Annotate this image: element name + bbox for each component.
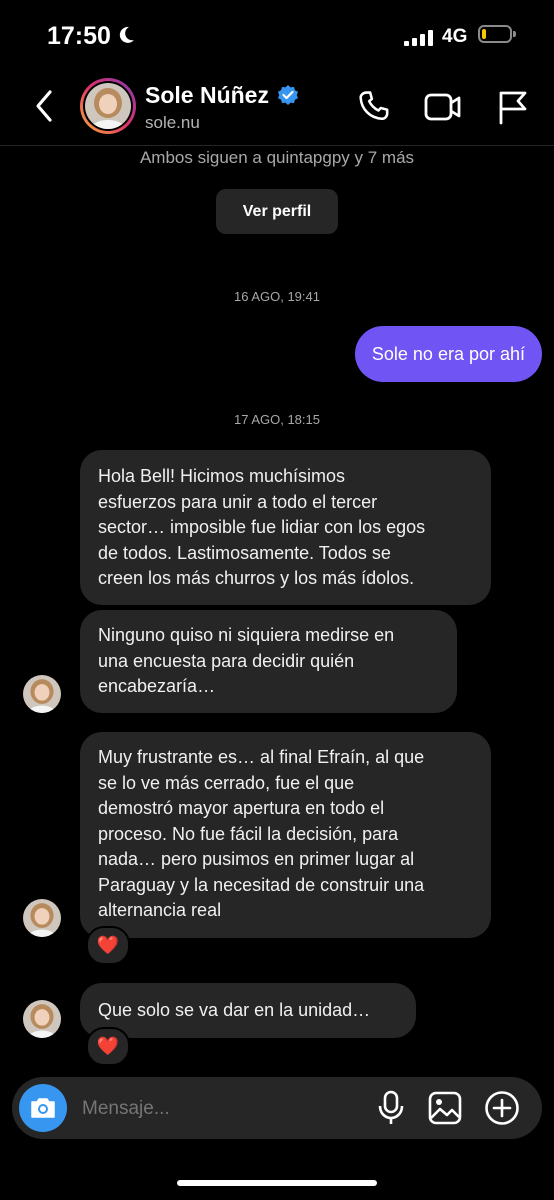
message-line: creen los más churros y los más ídolos. bbox=[98, 568, 415, 588]
incoming-message[interactable]: Ninguno quiso ni siquiera medirse en una… bbox=[80, 610, 457, 713]
heart-reaction-icon[interactable]: ❤️ bbox=[86, 926, 130, 965]
battery-icon bbox=[478, 25, 512, 43]
signal-icon bbox=[404, 30, 434, 51]
message-line: Muy frustrante es… al final Efraín, al q… bbox=[98, 747, 425, 767]
date-separator: 16 AGO, 19:41 bbox=[233, 289, 320, 304]
message-line: nada… pero pusimos en primer lugar al bbox=[98, 849, 415, 869]
camera-icon bbox=[31, 1098, 55, 1118]
message-line: sector… imposible fue lidiar con los ego… bbox=[98, 517, 426, 537]
verified-badge-icon bbox=[276, 84, 300, 113]
incoming-message[interactable]: Que solo se va dar en la unidad… bbox=[80, 983, 416, 1038]
back-icon[interactable] bbox=[30, 88, 60, 129]
message-line: de todos. Lastimosamente. Todos se bbox=[98, 542, 391, 563]
incoming-message[interactable]: Hola Bell! Hicimos muchísimos esfuerzos … bbox=[80, 450, 491, 605]
header-divider bbox=[0, 145, 554, 146]
date-separator: 17 AGO, 18:15 bbox=[233, 412, 320, 427]
mutual-followers-text: Ambos siguen a quintapgpy y 7 más bbox=[139, 148, 415, 167]
message-line: Que solo se va dar en la unidad… bbox=[98, 1000, 371, 1020]
video-icon[interactable] bbox=[424, 90, 462, 129]
contact-username[interactable]: sole.nu bbox=[145, 113, 200, 133]
home-indicator bbox=[177, 1180, 377, 1186]
message-input[interactable] bbox=[80, 1097, 364, 1121]
message-line: encabezaría… bbox=[98, 676, 216, 696]
phone-icon[interactable] bbox=[357, 89, 391, 128]
add-icon[interactable] bbox=[484, 1090, 520, 1131]
contact-name[interactable]: Sole Núñez bbox=[145, 82, 269, 109]
message-line: Paraguay y la necesitad de construir una bbox=[98, 874, 425, 895]
status-time: 17:50 bbox=[47, 22, 111, 50]
sender-avatar[interactable] bbox=[23, 899, 61, 937]
battery-tip bbox=[513, 31, 516, 37]
outgoing-message[interactable]: Sole no era por ahí bbox=[354, 326, 542, 382]
view-profile-button[interactable]: Ver perfil bbox=[216, 189, 338, 234]
message-line: una encuesta para decidir quién bbox=[98, 650, 355, 671]
message-line: se lo ve más cerrado, fue el que bbox=[98, 772, 355, 793]
message-line: Hola Bell! Hicimos muchísimos bbox=[98, 466, 346, 486]
message-line: proceso. No fue fácil la decisión, para bbox=[98, 823, 399, 844]
flag-icon[interactable] bbox=[497, 89, 529, 130]
camera-button[interactable] bbox=[19, 1084, 67, 1132]
sender-avatar[interactable] bbox=[23, 1000, 61, 1038]
incoming-message[interactable]: Muy frustrante es… al final Efraín, al q… bbox=[80, 732, 491, 938]
message-line: Ninguno quiso ni siquiera medirse en bbox=[98, 625, 395, 645]
gallery-icon[interactable] bbox=[428, 1091, 462, 1130]
message-line: demostró mayor apertura en todo el bbox=[98, 798, 385, 818]
network-type: 4G bbox=[442, 26, 468, 47]
heart-reaction-icon[interactable]: ❤️ bbox=[86, 1027, 130, 1066]
sender-avatar[interactable] bbox=[23, 675, 61, 713]
message-line: esfuerzos para unir a todo el tercer bbox=[98, 491, 378, 512]
microphone-icon[interactable] bbox=[376, 1090, 406, 1131]
message-line: alternancia real bbox=[98, 900, 222, 920]
avatar[interactable] bbox=[80, 78, 136, 134]
moon-icon bbox=[117, 25, 135, 50]
